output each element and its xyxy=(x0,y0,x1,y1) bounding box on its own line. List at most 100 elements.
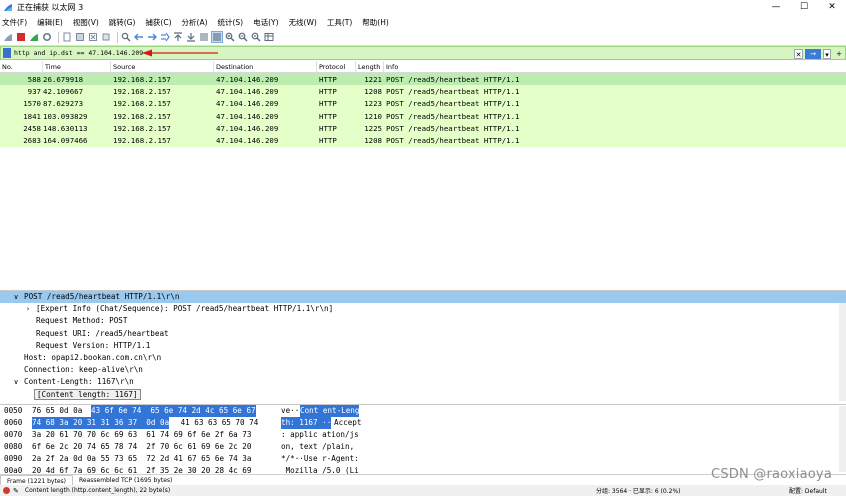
goto-icon[interactable] xyxy=(160,32,170,42)
detail-row-request-version[interactable]: Request Version: HTTP/1.1 xyxy=(0,340,846,352)
apply-filter-button[interactable]: → xyxy=(805,48,821,59)
back-icon[interactable] xyxy=(134,32,144,42)
packet-destination: 47.104.146.209 xyxy=(216,111,279,121)
packet-info: POST /read5/heartbeat HTTP/1.1 xyxy=(386,86,520,96)
colorize-icon[interactable] xyxy=(211,31,223,43)
packet-row[interactable]: 588 26.679918 192.168.2.157 47.104.146.2… xyxy=(0,73,846,86)
menu-help[interactable]: 帮助(H) xyxy=(362,17,389,28)
tab-reassembled-tcp[interactable]: Reassembled TCP (1695 bytes) xyxy=(73,475,178,486)
close-button[interactable]: ✕ xyxy=(818,0,846,14)
edit-comment-icon[interactable]: ✎ xyxy=(13,487,19,495)
menu-file[interactable]: 文件(F) xyxy=(2,17,27,28)
menu-analyze[interactable]: 分析(A) xyxy=(182,17,208,28)
autoscroll-icon[interactable] xyxy=(199,32,209,42)
bytes-row[interactable]: 0070 3a 20 61 70 70 6c 69 63 61 74 69 6f… xyxy=(0,429,846,441)
bytes-row[interactable]: 0060 74 68 3a 20 31 31 36 37 0d 0a 41 63… xyxy=(0,417,846,429)
menu-capture[interactable]: 捕获(C) xyxy=(145,17,171,28)
packet-protocol: HTTP xyxy=(319,74,337,84)
restart-icon[interactable] xyxy=(29,32,39,42)
zoom-reset-icon[interactable] xyxy=(251,32,261,42)
filter-history-dropdown[interactable]: ▾ xyxy=(823,48,831,59)
resize-columns-icon[interactable] xyxy=(264,32,274,42)
shark-fin-icon[interactable] xyxy=(3,32,13,42)
packet-row[interactable]: 2683 164.097466 192.168.2.157 47.104.146… xyxy=(0,134,846,147)
bytes-offset: 0060 xyxy=(4,418,23,427)
column-header-time[interactable]: Time xyxy=(43,60,111,73)
detail-row-host[interactable]: Host: opapi2.bookan.com.cn\r\n xyxy=(0,352,846,364)
detail-row-request-line[interactable]: ∨ POST /read5/heartbeat HTTP/1.1\r\n xyxy=(0,291,846,304)
menu-go[interactable]: 跳转(G) xyxy=(109,17,136,28)
detail-row-content-length-value[interactable]: [Content length: 1167] xyxy=(0,388,846,401)
packet-source: 192.168.2.157 xyxy=(113,99,171,109)
packet-no: 588 xyxy=(27,74,41,84)
bytes-row[interactable]: 0080 6f 6e 2c 20 74 65 78 74 2f 70 6c 61… xyxy=(0,441,846,453)
bytes-ascii: on, text /plain, xyxy=(281,442,355,451)
packet-info: POST /read5/heartbeat HTTP/1.1 xyxy=(386,74,520,84)
reload-icon[interactable] xyxy=(101,32,111,42)
display-filter-input[interactable]: http and ip.dst == 47.104.146.209 xyxy=(14,49,143,57)
menu-telephony[interactable]: 电话(Y) xyxy=(253,17,278,28)
packet-no: 1841 xyxy=(23,111,41,121)
packet-info: POST /read5/heartbeat HTTP/1.1 xyxy=(386,136,520,146)
packet-info: POST /read5/heartbeat HTTP/1.1 xyxy=(386,123,520,133)
detail-text: [Expert Info (Chat/Sequence): POST /read… xyxy=(36,304,334,314)
title-bar: 正在捕获 以太网 3 — ☐ ✕ xyxy=(0,0,846,14)
save-icon[interactable] xyxy=(75,32,85,42)
tab-frame[interactable]: Frame (1221 bytes) xyxy=(0,474,73,486)
options-icon[interactable] xyxy=(42,32,52,42)
packet-row[interactable]: 937 42.109667 192.168.2.157 47.104.146.2… xyxy=(0,85,846,98)
column-header-destination[interactable]: Destination xyxy=(214,60,317,73)
packet-no: 937 xyxy=(27,86,41,96)
detail-row-expert-info[interactable]: › [Expert Info (Chat/Sequence): POST /re… xyxy=(0,303,846,315)
menu-wireless[interactable]: 无线(W) xyxy=(289,17,317,28)
bookmark-icon[interactable] xyxy=(3,48,11,58)
detail-row-request-uri[interactable]: Request URI: /read5/heartbeat xyxy=(0,328,846,340)
add-filter-button[interactable]: + xyxy=(835,49,843,59)
close-file-icon[interactable] xyxy=(88,32,98,42)
zoom-in-icon[interactable] xyxy=(225,32,235,42)
forward-icon[interactable] xyxy=(147,32,157,42)
last-icon[interactable] xyxy=(186,32,196,42)
detail-row-request-method[interactable]: Request Method: POST xyxy=(0,315,846,327)
status-profile[interactable]: 配置: Default xyxy=(789,486,827,495)
bytes-scrollbar[interactable] xyxy=(839,406,846,472)
packet-source: 192.168.2.157 xyxy=(113,111,171,121)
column-header-no[interactable]: No. xyxy=(0,60,43,73)
detail-text: POST /read5/heartbeat HTTP/1.1\r\n xyxy=(24,292,180,301)
find-icon[interactable] xyxy=(121,32,131,42)
bytes-row[interactable]: 0050 76 65 0d 0a 43 6f 6e 74 65 6e 74 2d… xyxy=(0,405,846,417)
packet-row[interactable]: 2458 148.630113 192.168.2.157 47.104.146… xyxy=(0,122,846,135)
bytes-offset: 0050 xyxy=(4,406,23,415)
maximize-button[interactable]: ☐ xyxy=(790,0,818,14)
menu-view[interactable]: 视图(V) xyxy=(73,17,99,28)
menu-statistics[interactable]: 统计(S) xyxy=(218,17,244,28)
menu-edit[interactable]: 编辑(E) xyxy=(37,17,63,28)
detail-row-content-length[interactable]: ∨ Content-Length: 1167\r\n xyxy=(0,376,846,388)
column-header-source[interactable]: Source xyxy=(111,60,214,73)
bytes-hex-highlight: 74 68 3a 20 31 31 36 37 0d 0a xyxy=(32,417,170,429)
packet-destination: 47.104.146.209 xyxy=(216,99,279,109)
packet-row[interactable]: 1570 87.629273 192.168.2.157 47.104.146.… xyxy=(0,97,846,110)
packet-source: 192.168.2.157 xyxy=(113,74,171,84)
column-header-length[interactable]: Length xyxy=(356,60,384,73)
status-packets: 分组: 3564 · 已显示: 6 (0.2%) xyxy=(596,488,681,495)
column-header-protocol[interactable]: Protocol xyxy=(317,60,356,73)
capture-status-icon[interactable] xyxy=(3,487,10,494)
zoom-out-icon[interactable] xyxy=(238,32,248,42)
packet-length: 1210 xyxy=(364,111,382,121)
stop-icon[interactable] xyxy=(16,32,26,42)
column-header-info[interactable]: Info xyxy=(384,61,846,73)
collapse-toggle-icon[interactable]: ∨ xyxy=(12,376,20,388)
clear-filter-button[interactable]: ✕ xyxy=(794,48,803,59)
expand-toggle-icon[interactable]: › xyxy=(24,303,32,315)
minimize-button[interactable]: — xyxy=(762,0,790,14)
open-icon[interactable] xyxy=(62,32,72,42)
bytes-row[interactable]: 0090 2a 2f 2a 0d 0a 55 73 65 72 2d 41 67… xyxy=(0,453,846,465)
bytes-ascii: Accept xyxy=(334,418,362,427)
collapse-toggle-icon[interactable]: ∨ xyxy=(12,291,20,303)
menu-tools[interactable]: 工具(T) xyxy=(327,17,352,28)
first-icon[interactable] xyxy=(173,32,183,42)
details-scrollbar[interactable] xyxy=(839,303,846,401)
packet-row[interactable]: 1841 103.093829 192.168.2.157 47.104.146… xyxy=(0,109,846,123)
detail-row-connection[interactable]: Connection: keep-alive\r\n xyxy=(0,364,846,376)
